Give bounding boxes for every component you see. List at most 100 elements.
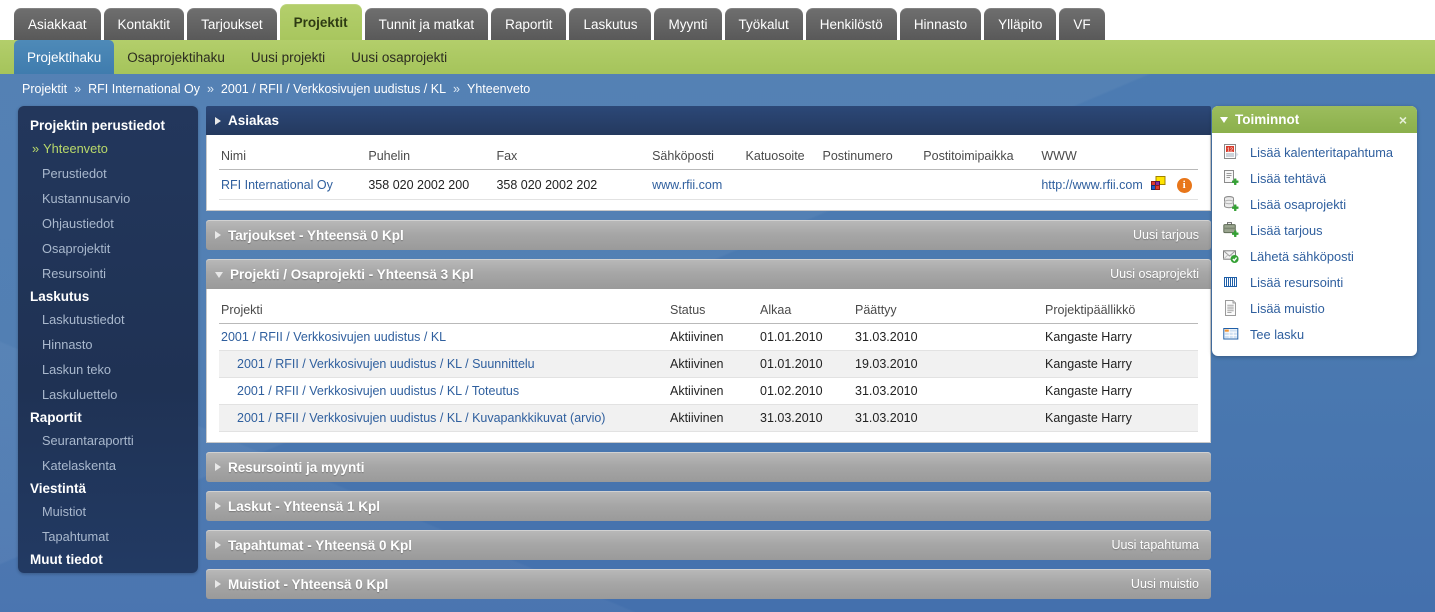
offers-panel: Tarjoukset - Yhteensä 0 Kpl Uusi tarjous <box>206 220 1211 250</box>
breadcrumb-item-1[interactable]: RFI International Oy <box>88 82 200 96</box>
main-tab-yll-pito[interactable]: Ylläpito <box>984 8 1057 40</box>
cell-puhelin: 358 020 2002 200 <box>366 169 495 200</box>
sidebar-group-title-muut-tiedot: Muut tiedot <box>30 552 103 567</box>
table-row: 2001 / RFII / Verkkosivujen uudistus / K… <box>219 404 1198 432</box>
collapsed-panel-header-0[interactable]: Resursointi ja myynti <box>206 452 1211 482</box>
sidebar-item-ohjaustiedot[interactable]: Ohjaustiedot <box>18 211 198 236</box>
windows-app-icon[interactable] <box>1151 176 1166 190</box>
main-tab-hinnasto[interactable]: Hinnasto <box>899 8 982 40</box>
sidebar-item-muistiot[interactable]: Muistiot <box>18 499 198 524</box>
customer-table-row: RFI International Oy 358 020 2002 200 35… <box>219 169 1198 200</box>
projects-table-header-row: Projekti Status Alkaa Päättyy Projektipä… <box>219 297 1198 324</box>
sidebar-item-tapahtumat[interactable]: Tapahtumat <box>18 524 198 549</box>
customer-www-link[interactable]: http://www.rfii.com <box>1041 178 1142 192</box>
breadcrumb-separator: » <box>74 82 82 96</box>
subnav-item-osaprojektihaku[interactable]: Osaprojektihaku <box>114 40 238 74</box>
project-link[interactable]: 2001 / RFII / Verkkosivujen uudistus / K… <box>237 384 519 398</box>
sidebar-item-asiakkaan-projektit[interactable]: Asiakkaan projektit <box>18 570 198 573</box>
projects-panel-header[interactable]: Projekti / Osaprojekti - Yhteensä 3 Kpl … <box>206 259 1211 289</box>
action-item-label: Lisää osaprojekti <box>1250 196 1347 212</box>
main-tab-myynti[interactable]: Myynti <box>654 8 722 40</box>
sidebar-item-laskun-teko[interactable]: Laskun teko <box>18 357 198 382</box>
cell-alkaa: 01.01.2010 <box>758 323 853 351</box>
collapsed-panel-title: Resursointi ja myynti <box>228 459 365 475</box>
sidebar-item-laskuluettelo[interactable]: Laskuluettelo <box>18 382 198 407</box>
action-item-lisää-tarjous[interactable]: Lisää tarjous <box>1212 217 1417 243</box>
collapsed-panel-action[interactable]: Uusi muistio <box>1131 577 1199 591</box>
sidebar-item-resursointi[interactable]: Resursointi <box>18 261 198 286</box>
customer-panel-header[interactable]: Asiakas <box>206 106 1211 135</box>
sidebar-item-laskutustiedot[interactable]: Laskutustiedot <box>18 307 198 332</box>
main-tab-kontaktit[interactable]: Kontaktit <box>103 8 185 40</box>
collapsed-panel: Muistiot - Yhteensä 0 Kpl Uusi muistio <box>206 569 1211 599</box>
collapsed-panel-header-3[interactable]: Muistiot - Yhteensä 0 Kpl Uusi muistio <box>206 569 1211 599</box>
chevron-right-icon <box>215 502 221 510</box>
breadcrumb-item-2[interactable]: 2001 / RFII / Verkkosivujen uudistus / K… <box>221 82 446 96</box>
cell-info-icon[interactable]: i <box>1172 169 1198 200</box>
subnav-item-projektihaku[interactable]: Projektihaku <box>14 40 115 74</box>
projects-panel: Projekti / Osaprojekti - Yhteensä 3 Kpl … <box>206 259 1211 443</box>
cell-windows-icon[interactable] <box>1146 169 1173 200</box>
sidebar-item-yhteenveto[interactable]: » Yhteenveto <box>18 136 198 161</box>
cell-paattyy: 31.03.2010 <box>853 377 1043 405</box>
table-row: 2001 / RFII / Verkkosivujen uudistus / K… <box>219 377 1198 405</box>
collapsed-panel-action[interactable]: Uusi tapahtuma <box>1111 538 1199 552</box>
actions-panel-header[interactable]: Toiminnot × <box>1212 106 1417 133</box>
subnav-item-uusi-osaprojekti[interactable]: Uusi osaprojekti <box>338 40 460 74</box>
cell-postitoimipaikka <box>921 169 1040 200</box>
main-tab-asiakkaat[interactable]: Asiakkaat <box>14 8 101 40</box>
action-item-lisää-tehtävä[interactable]: Lisää tehtävä <box>1212 165 1417 191</box>
sidebar-item-hinnasto[interactable]: Hinnasto <box>18 332 198 357</box>
action-item-lisää-muistio[interactable]: Lisää muistio <box>1212 295 1417 321</box>
actions-panel-title: Toiminnot <box>1235 112 1300 127</box>
action-item-label: Lisää muistio <box>1250 300 1325 316</box>
col-paallikko: Projektipäällikkö <box>1043 297 1198 324</box>
main-tab-tarjoukset[interactable]: Tarjoukset <box>187 8 277 40</box>
sidebar-group-title-laskutus: Laskutus <box>30 289 90 304</box>
subnav-item-uusi-projekti[interactable]: Uusi projekti <box>238 40 338 74</box>
sidebar-group-title-projektin-perustiedot: Projektin perustiedot <box>30 118 166 133</box>
cell-paallikko: Kangaste Harry <box>1043 404 1198 432</box>
cell-katuosoite <box>743 169 821 200</box>
col-icon-1 <box>1146 143 1173 170</box>
main-tab-vf[interactable]: VF <box>1059 8 1105 40</box>
customer-name-link[interactable]: RFI International Oy <box>221 178 333 192</box>
sidebar-item-osaprojektit[interactable]: Osaprojektit <box>18 236 198 261</box>
close-icon[interactable]: × <box>1397 113 1409 127</box>
chevron-down-icon <box>215 271 223 278</box>
main-tab-tunnit-ja-matkat[interactable]: Tunnit ja matkat <box>364 8 489 40</box>
action-item-tee-lasku[interactable]: Tee lasku <box>1212 321 1417 347</box>
main-tab-laskutus[interactable]: Laskutus <box>569 8 652 40</box>
customer-email-link[interactable]: www.rfii.com <box>652 178 722 192</box>
action-item-lähetä-sähköposti[interactable]: Lähetä sähköposti <box>1212 243 1417 269</box>
new-offer-link[interactable]: Uusi tarjous <box>1133 228 1199 242</box>
sidebar-item-seurantaraportti[interactable]: Seurantaraportti <box>18 428 198 453</box>
project-link[interactable]: 2001 / RFII / Verkkosivujen uudistus / K… <box>237 357 535 371</box>
cell-projekti: 2001 / RFII / Verkkosivujen uudistus / K… <box>219 404 668 432</box>
action-item-lisää-resursointi[interactable]: Lisää resursointi <box>1212 269 1417 295</box>
main-tab-raportit[interactable]: Raportit <box>491 8 567 40</box>
cell-paallikko: Kangaste Harry <box>1043 350 1198 378</box>
collapsed-title-wrap: Laskut - Yhteensä 1 Kpl <box>215 499 380 514</box>
offers-panel-header[interactable]: Tarjoukset - Yhteensä 0 Kpl Uusi tarjous <box>206 220 1211 250</box>
collapsed-panel-header-2[interactable]: Tapahtumat - Yhteensä 0 Kpl Uusi tapahtum… <box>206 530 1211 560</box>
project-link[interactable]: 2001 / RFII / Verkkosivujen uudistus / K… <box>237 411 605 425</box>
action-item-lisää-osaprojekti[interactable]: Lisää osaprojekti <box>1212 191 1417 217</box>
sidebar-group-title-raportit: Raportit <box>30 410 82 425</box>
sidebar-item-kustannusarvio[interactable]: Kustannusarvio <box>18 186 198 211</box>
main-tab-henkil-st-[interactable]: Henkilöstö <box>805 8 897 40</box>
actions-item-list: 12 Lisää kalenteritapahtuma Lisää tehtävä L… <box>1212 133 1417 356</box>
sidebar-item-perustiedot[interactable]: Perustiedot <box>18 161 198 186</box>
breadcrumb-item-0[interactable]: Projektit <box>22 82 67 96</box>
project-link[interactable]: 2001 / RFII / Verkkosivujen uudistus / K… <box>221 330 446 344</box>
projects-table: Projekti Status Alkaa Päättyy Projektipä… <box>219 297 1198 432</box>
collapsed-panel-header-1[interactable]: Laskut - Yhteensä 1 Kpl <box>206 491 1211 521</box>
info-icon[interactable]: i <box>1176 177 1192 193</box>
active-marker-icon: » <box>32 141 40 156</box>
action-item-lisää-kalenteritapahtuma[interactable]: 12 Lisää kalenteritapahtuma <box>1212 139 1417 165</box>
main-tab-projektit[interactable]: Projektit <box>279 4 362 40</box>
new-subproject-link[interactable]: Uusi osaprojekti <box>1110 267 1199 281</box>
col-icon-2 <box>1172 143 1198 170</box>
main-tab-ty-kalut[interactable]: Työkalut <box>724 8 803 40</box>
sidebar-item-katelaskenta[interactable]: Katelaskenta <box>18 453 198 478</box>
